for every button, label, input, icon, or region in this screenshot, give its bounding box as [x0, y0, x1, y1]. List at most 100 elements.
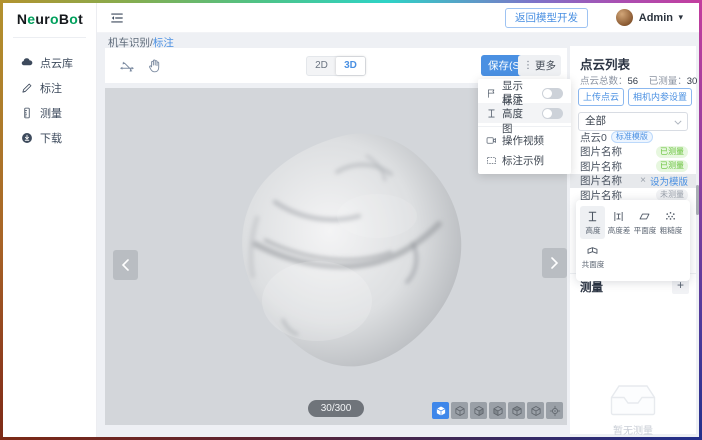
move-3d-icon[interactable]: [119, 58, 135, 74]
open-book-icon: [586, 244, 599, 257]
chevron-down-icon: ▾: [678, 12, 683, 23]
sidebar-item-label: 测量: [40, 105, 62, 121]
cube-icon: [435, 405, 447, 417]
sidebar-item-download[interactable]: 下载: [3, 125, 97, 150]
upload-pointcloud-button[interactable]: 上传点云: [578, 88, 624, 106]
back-to-model-dev-button[interactable]: 返回模型开发: [505, 8, 588, 28]
video-icon: [486, 135, 497, 146]
total-label: 点云总数：: [580, 76, 628, 87]
menu-item-show-heightmap[interactable]: 显示高度图: [478, 103, 571, 123]
height-ibeam-icon: [486, 108, 497, 119]
item-name: 图片名称: [580, 159, 622, 174]
list-item-image-selected[interactable]: 图片名称 × 设为模版: [570, 174, 696, 189]
cube-icon: [454, 405, 466, 417]
cube-icon: [530, 405, 542, 417]
sidebar-item-pointcloud-library[interactable]: 点云库: [3, 50, 97, 75]
cloud-icon: [21, 57, 33, 69]
sidebar-item-label: 下载: [40, 130, 62, 146]
measured-label: 已测量：: [649, 76, 687, 87]
divider: [13, 37, 86, 38]
item-name: 图片名称: [580, 144, 622, 159]
camera-intrinsics-button[interactable]: 相机内参设置: [628, 88, 692, 106]
cube-icon: [473, 405, 485, 417]
measure-section-title: 测量: [580, 279, 603, 295]
crosshair-icon: [549, 405, 561, 417]
total-value: 56: [628, 76, 639, 87]
sidebar-item-annotate[interactable]: 标注: [3, 75, 97, 100]
filter-select[interactable]: 全部: [578, 112, 688, 131]
tool-label: 高度差: [607, 225, 630, 235]
logo-gear-glyph: o: [50, 11, 59, 27]
pointcloud-list-panel: 点云列表 点云总数：56 已测量：30 上传点云 相机内参设置 全部 点云0 标…: [570, 46, 696, 434]
panel-title: 点云列表: [580, 54, 630, 73]
avatar[interactable]: [616, 9, 633, 26]
more-button[interactable]: ⋮更多: [518, 55, 561, 76]
show-heightmap-toggle[interactable]: [542, 108, 563, 119]
logo-gear-glyph: o: [69, 11, 78, 27]
prev-image-button[interactable]: [113, 250, 138, 280]
tool-roughness[interactable]: 粗糙度: [658, 206, 683, 239]
menu-item-operation-video[interactable]: 操作视频: [478, 130, 571, 150]
sidebar-item-measure[interactable]: 测量: [3, 100, 97, 125]
tool-label: 粗糙度: [659, 225, 682, 235]
mode-3d-button[interactable]: 3D: [336, 57, 365, 75]
next-image-button[interactable]: [542, 248, 567, 278]
close-icon[interactable]: ×: [640, 176, 646, 186]
mode-2d-button[interactable]: 2D: [307, 57, 336, 75]
menu-fold-icon[interactable]: [110, 11, 124, 25]
status-badge: 已测量: [656, 146, 688, 158]
ellipsis-icon: ⋮: [523, 60, 533, 71]
chevron-left-icon: [121, 259, 130, 271]
canvas-toolbar: 2D 3D 保存(S) ⋮更多: [105, 48, 567, 83]
reset-view-button[interactable]: [546, 402, 563, 419]
user-menu[interactable]: Admin: [639, 12, 673, 24]
empty-state: 暂无测量: [570, 384, 696, 437]
flag-icon: [486, 88, 497, 99]
item-name: 图片名称: [580, 173, 622, 188]
view-cube-front-button[interactable]: [470, 402, 487, 419]
logo-part: ur: [35, 11, 50, 27]
view-cube-top-button[interactable]: [451, 402, 468, 419]
list-item-pointcloud[interactable]: 点云0 标准模版: [570, 130, 696, 145]
hand-pan-icon[interactable]: [147, 58, 163, 74]
sidebar-item-label: 标注: [40, 80, 62, 96]
empty-inbox-icon: [610, 384, 656, 416]
example-frame-icon: [486, 155, 497, 166]
item-name: 点云0: [580, 130, 607, 145]
view-cube-right-button[interactable]: [527, 402, 544, 419]
template-badge: 标准模版: [611, 131, 653, 143]
menu-item-label: 标注示例: [502, 153, 544, 168]
list-item-image[interactable]: 图片名称 已测量: [570, 145, 696, 160]
view-cube-left-button[interactable]: [508, 402, 525, 419]
more-button-label: 更多: [535, 58, 556, 73]
pointcloud-stats: 点云总数：56 已测量：30: [580, 73, 697, 87]
chevron-down-icon: [674, 120, 682, 125]
view-3d-button[interactable]: [432, 402, 449, 419]
screenshot-frame: NeuroBot 点云库 标注 测量 下载: [0, 0, 702, 440]
list-item-image[interactable]: 图片名称 已测量: [570, 159, 696, 174]
view-cube-back-button[interactable]: [489, 402, 506, 419]
tool-height[interactable]: 高度: [580, 206, 605, 239]
filter-selected-value: 全部: [585, 115, 606, 127]
set-as-template-link[interactable]: 设为模版: [650, 174, 688, 188]
tool-flatness[interactable]: 平面度: [632, 206, 657, 239]
app-window: NeuroBot 点云库 标注 测量 下载: [3, 3, 699, 437]
tool-height-difference[interactable]: 高度差: [606, 206, 631, 239]
cube-icon: [492, 405, 504, 417]
panel-actions: 上传点云 相机内参设置: [578, 88, 692, 106]
download-icon: [21, 132, 33, 144]
more-dropdown-menu: 显示标注 显示高度图 操作视频 标注示例: [478, 79, 571, 174]
empty-state-text: 暂无测量: [570, 422, 696, 437]
menu-item-annotation-example[interactable]: 标注示例: [478, 150, 571, 170]
tool-label: 共面度: [581, 259, 604, 269]
scatter-dots-icon: [664, 210, 677, 223]
height-diff-icon: [612, 210, 625, 223]
status-badge: 已测量: [656, 160, 688, 172]
show-annotation-toggle[interactable]: [542, 88, 563, 99]
measured-value: 30: [687, 76, 698, 87]
height-ibeam-icon: [586, 210, 599, 223]
top-header: 返回模型开发 Admin ▾: [97, 3, 699, 33]
frame-edge-top: [0, 0, 702, 3]
tool-coplanarity[interactable]: 共面度: [580, 240, 605, 273]
menu-item-label: 操作视频: [502, 133, 544, 148]
